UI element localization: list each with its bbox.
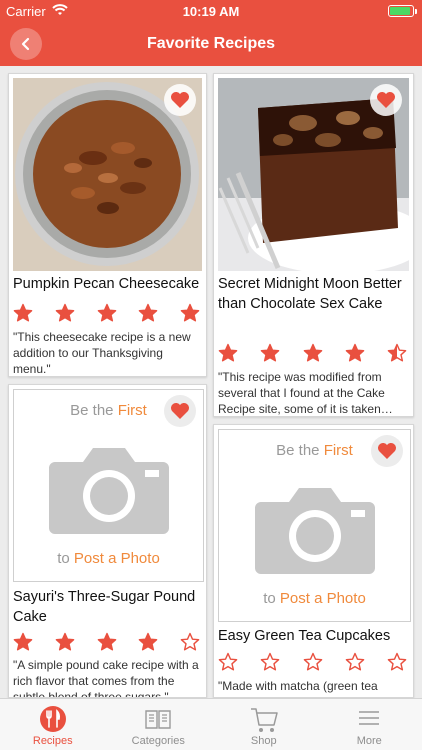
tab-bar: Recipes Categories Shop More (0, 698, 422, 750)
star-icon (97, 632, 117, 657)
recipe-card[interactable]: Be the First to Post a Photo Easy Green … (213, 424, 414, 698)
star-icon (13, 303, 33, 328)
recipe-name: Easy Green Tea Cupcakes (218, 628, 391, 644)
heart-icon (171, 403, 189, 419)
tab-label: Shop (250, 735, 277, 747)
star-icon (180, 632, 200, 657)
star-rating (13, 632, 200, 657)
hamburger-icon (356, 705, 382, 736)
heart-icon (377, 92, 395, 108)
placeholder-prompt-bottom: to Post a Photo (57, 550, 160, 567)
star-rating (218, 343, 407, 368)
placeholder-prompt-bottom: to Post a Photo (263, 590, 366, 607)
star-icon (218, 343, 238, 368)
star-icon (13, 632, 33, 657)
recipe-card[interactable]: Pumpkin Pecan Cheesecake "This cheesecak… (8, 73, 207, 377)
star-icon (55, 303, 75, 328)
fork-knife-icon (39, 705, 67, 738)
clock: 10:19 AM (182, 4, 240, 19)
tab-shop[interactable]: Shop (211, 699, 317, 750)
star-icon (345, 343, 365, 368)
tab-label: More (356, 735, 382, 747)
page-title: Favorite Recipes (146, 35, 276, 52)
recipe-description: "Made with matcha (green tea powder)..." (218, 679, 378, 697)
heart-icon (171, 92, 189, 108)
tab-label: Recipes (32, 735, 73, 747)
tab-label: Categories (131, 735, 185, 747)
star-icon (303, 343, 323, 368)
tab-recipes[interactable]: Recipes (0, 699, 106, 750)
tab-more[interactable]: More (317, 699, 422, 750)
recipe-name: Sayuri's Three-Sugar Pound Cake (13, 589, 196, 625)
favorite-button[interactable] (371, 435, 403, 467)
star-icon (345, 652, 365, 677)
star-icon (260, 652, 280, 677)
recipe-card[interactable]: Secret Midnight Moon Better than Chocola… (213, 73, 414, 417)
menu-book-icon (144, 705, 172, 738)
star-rating (218, 652, 407, 677)
star-icon (260, 343, 280, 368)
recipe-name: Secret Midnight Moon Better than Chocola… (218, 276, 402, 312)
star-rating (13, 303, 200, 328)
heart-icon (378, 443, 396, 459)
recipe-description: "This recipe was modified from several t… (218, 370, 393, 416)
favorite-button[interactable] (164, 395, 196, 427)
camera-icon (45, 440, 173, 540)
recipe-card[interactable]: Be the First to Post a Photo Sayuri's Th… (8, 384, 207, 698)
tab-categories[interactable]: Categories (106, 699, 212, 750)
star-icon (97, 303, 117, 328)
camera-icon (251, 480, 379, 580)
star-icon (303, 652, 323, 677)
star-icon (387, 343, 407, 368)
battery-icon (388, 5, 417, 17)
star-icon (218, 652, 238, 677)
navigation-bar: Favorite Recipes (0, 22, 422, 66)
star-icon (138, 303, 158, 328)
recipe-description: "A simple pound cake recipe with a rich … (13, 658, 199, 698)
favorite-button[interactable] (370, 84, 402, 116)
star-icon (387, 652, 407, 677)
recipe-description: "This cheesecake recipe is a new additio… (13, 330, 191, 376)
recipe-grid: Pumpkin Pecan Cheesecake "This cheesecak… (0, 66, 422, 698)
recipe-name: Pumpkin Pecan Cheesecake (13, 276, 200, 292)
star-icon (138, 632, 158, 657)
star-icon (55, 632, 75, 657)
favorite-button[interactable] (164, 84, 196, 116)
status-bar: Carrier 10:19 AM (0, 0, 422, 22)
star-icon (180, 303, 200, 328)
